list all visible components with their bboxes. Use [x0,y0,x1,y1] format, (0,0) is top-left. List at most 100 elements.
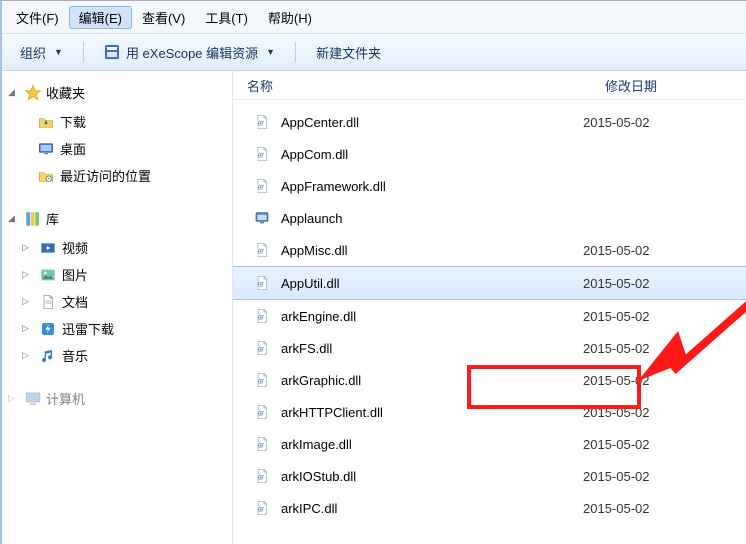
recent-icon [38,168,54,184]
star-icon [24,84,42,102]
menu-help[interactable]: 帮助(H) [258,6,322,29]
dll-icon [251,146,273,162]
file-date: 2015-05-02 [583,341,650,356]
file-name: arkHTTPClient.dll [281,405,583,420]
file-date: 2015-05-02 [583,501,650,516]
expand-icon: ▷ [22,296,34,307]
dll-icon [251,178,273,194]
dll-icon [251,340,273,356]
favorites-header[interactable]: ◢ 收藏夹 [2,81,232,108]
column-date[interactable]: 修改日期 [591,76,746,95]
organize-label: 组织 [20,43,46,62]
libraries-header[interactable]: ◢ 库 [2,207,232,234]
file-row[interactable]: AppFramework.dll [233,170,746,202]
file-row[interactable]: AppMisc.dll2015-05-02 [233,234,746,266]
file-row[interactable]: arkIOStub.dll2015-05-02 [233,460,746,492]
sidebar-item-recent[interactable]: 最近访问的位置 [2,162,232,189]
computer-header[interactable]: ▷ 计算机 [2,387,232,414]
dll-icon [251,500,273,516]
file-pane: 名称 修改日期 AppCenter.dll2015-05-02AppCom.dl… [233,71,746,544]
menu-edit[interactable]: 编辑(E) [69,6,132,29]
expand-icon: ▷ [22,242,34,253]
desktop-label: 桌面 [60,139,86,158]
file-name: AppCenter.dll [281,115,583,130]
file-row[interactable]: arkGraphic.dll2015-05-02 [233,364,746,396]
videos-label: 视频 [62,238,88,257]
sidebar-favorites: ◢ 收藏夹 下载 桌面 [2,81,232,189]
file-row[interactable]: arkHTTPClient.dll2015-05-02 [233,396,746,428]
file-name: AppCom.dll [281,147,583,162]
recent-label: 最近访问的位置 [60,166,151,185]
expand-icon: ▷ [22,323,34,334]
dll-icon [251,242,273,258]
thunder-icon [40,321,56,337]
app-icon [104,44,120,60]
chevron-down-icon: ▼ [54,47,63,57]
file-row[interactable]: AppCom.dll [233,138,746,170]
file-name: arkIPC.dll [281,501,583,516]
file-name: arkFS.dll [281,341,583,356]
explorer-window: 文件(F) 编辑(E) 查看(V) 工具(T) 帮助(H) 组织 ▼ 用 eXe… [0,0,746,544]
file-date: 2015-05-02 [583,115,650,130]
collapse-icon: ◢ [8,213,20,224]
videos-icon [40,240,56,256]
file-row[interactable]: arkImage.dll2015-05-02 [233,428,746,460]
file-date: 2015-05-02 [583,469,650,484]
file-row[interactable]: arkEngine.dll2015-05-02 [233,300,746,332]
sidebar-item-pictures[interactable]: ▷ 图片 [2,261,232,288]
sidebar-item-documents[interactable]: ▷ 文档 [2,288,232,315]
file-name: arkEngine.dll [281,309,583,324]
body: ◢ 收藏夹 下载 桌面 [2,71,746,544]
file-name: AppFramework.dll [281,179,583,194]
new-folder-button[interactable]: 新建文件夹 [306,40,391,65]
sidebar-item-thunder[interactable]: ▷ 迅雷下载 [2,315,232,342]
computer-label: 计算机 [46,389,85,408]
file-name: arkImage.dll [281,437,583,452]
exescope-button[interactable]: 用 eXeScope 编辑资源 ▼ [94,40,285,65]
menu-file[interactable]: 文件(F) [6,6,69,29]
documents-icon [40,294,56,310]
file-name: AppMisc.dll [281,243,583,258]
sidebar-computer: ▷ 计算机 [2,387,232,414]
toolbar: 组织 ▼ 用 eXeScope 编辑资源 ▼ 新建文件夹 [2,34,746,71]
file-row[interactable]: arkFS.dll2015-05-02 [233,332,746,364]
desktop-icon [38,141,54,157]
file-list: AppCenter.dll2015-05-02AppCom.dllAppFram… [233,100,746,524]
pictures-label: 图片 [62,265,88,284]
libraries-label: 库 [46,209,59,228]
toolbar-separator [83,42,84,62]
file-name: arkIOStub.dll [281,469,583,484]
column-name[interactable]: 名称 [233,76,591,95]
dll-icon [251,275,273,291]
sidebar-item-downloads[interactable]: 下载 [2,108,232,135]
file-row[interactable]: Applaunch [233,202,746,234]
dll-icon [251,468,273,484]
library-icon [24,210,42,228]
downloads-label: 下载 [60,112,86,131]
sidebar-item-music[interactable]: ▷ 音乐 [2,342,232,369]
file-date: 2015-05-02 [583,309,650,324]
dll-icon [251,114,273,130]
sidebar: ◢ 收藏夹 下载 桌面 [2,71,233,544]
chevron-down-icon: ▼ [266,47,275,57]
file-row[interactable]: arkIPC.dll2015-05-02 [233,492,746,524]
menu-tools[interactable]: 工具(T) [195,6,258,29]
exescope-label: 用 eXeScope 编辑资源 [126,43,258,62]
thunder-label: 迅雷下载 [62,319,114,338]
dll-icon [251,308,273,324]
file-date: 2015-05-02 [583,373,650,388]
column-header: 名称 修改日期 [233,71,746,100]
menubar: 文件(F) 编辑(E) 查看(V) 工具(T) 帮助(H) [2,1,746,34]
file-date: 2015-05-02 [583,276,650,291]
sidebar-item-desktop[interactable]: 桌面 [2,135,232,162]
music-label: 音乐 [62,346,88,365]
file-name: arkGraphic.dll [281,373,583,388]
toolbar-separator [295,42,296,62]
organize-button[interactable]: 组织 ▼ [10,40,73,65]
menu-view[interactable]: 查看(V) [132,6,195,29]
sidebar-item-videos[interactable]: ▷ 视频 [2,234,232,261]
file-row[interactable]: AppUtil.dll2015-05-02 [233,266,746,300]
file-row[interactable]: AppCenter.dll2015-05-02 [233,106,746,138]
expand-icon: ▷ [22,269,34,280]
file-date: 2015-05-02 [583,243,650,258]
